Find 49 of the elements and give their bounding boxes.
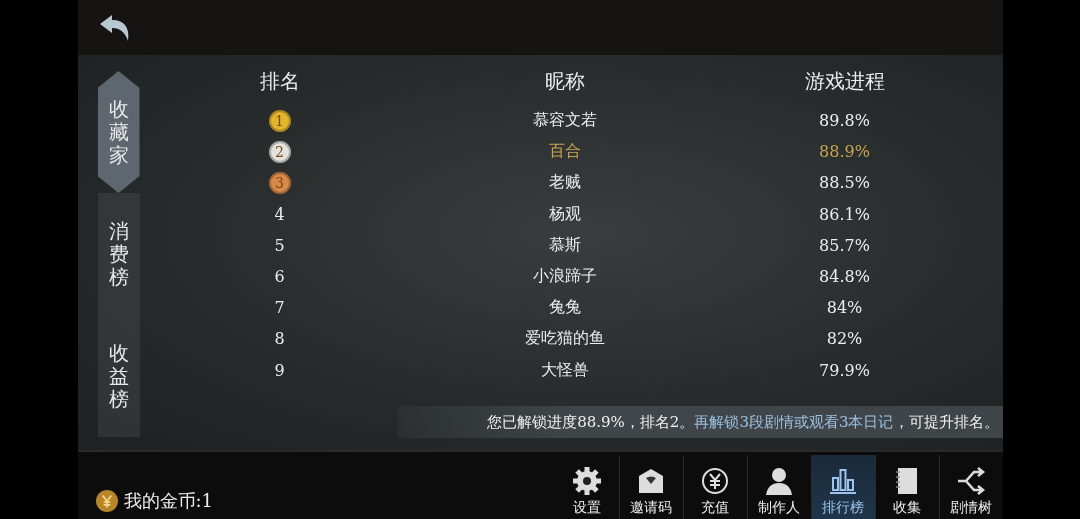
rank-number: 8 (274, 329, 285, 349)
yuan-coin-icon (700, 466, 730, 496)
nav-button[interactable]: 设置 (554, 455, 619, 519)
rank-number: 7 (274, 298, 285, 318)
player-name: 大怪兽 (540, 359, 589, 381)
side-tab[interactable]: 收益榜 (97, 315, 140, 437)
nav-button[interactable]: 制作人 (746, 455, 811, 519)
player-name: 慕斯 (548, 234, 581, 256)
gear-icon (571, 466, 602, 496)
rank-medal: 2 (268, 140, 291, 163)
nav-button[interactable]: 收集 (874, 455, 939, 519)
progress-value: 86.1% (819, 204, 870, 224)
branch-icon (956, 466, 986, 496)
nav-button[interactable]: 邀请码 (618, 455, 683, 519)
player-name: 小浪蹄子 (532, 266, 597, 288)
side-tab[interactable]: 收藏家 (97, 71, 140, 193)
coin-icon (95, 490, 118, 512)
nav-button[interactable]: 剧情树 (938, 455, 1003, 519)
player-name: 爱吃猫的鱼 (524, 328, 605, 350)
rank-number: 4 (274, 204, 285, 224)
column-header: 排名 (258, 67, 301, 95)
nav-button[interactable]: 充值 (682, 455, 747, 519)
progress-value: 89.8% (819, 111, 870, 131)
progress-value: 88.5% (819, 173, 870, 193)
progress-value: 82% (826, 329, 863, 349)
envelope-icon (636, 466, 666, 496)
coin-balance: 我的金币:1 (123, 489, 214, 513)
player-name: 老贼 (548, 172, 581, 194)
player-name: 兔兔 (548, 297, 581, 319)
column-header: 游戏进程 (803, 67, 886, 95)
progress-value: 84% (826, 298, 863, 318)
progress-value: 88.9% (819, 142, 870, 162)
progress-value: 84.8% (819, 267, 870, 287)
person-icon (764, 466, 794, 496)
column-header: 昵称 (543, 67, 586, 95)
player-name: 慕容文若 (532, 110, 597, 132)
rank-number: 5 (274, 235, 285, 255)
progress-value: 85.7% (819, 235, 870, 255)
rank-notice: 您已解锁进度88.9%，排名2。再解锁3段剧情或观看3本日记，可提升排名。 (487, 412, 999, 432)
progress-value: 79.9% (819, 360, 870, 380)
nav-button[interactable]: 排行榜 (810, 455, 875, 519)
bar-chart-icon (828, 466, 858, 496)
rank-number: 6 (274, 267, 285, 287)
rank-medal: 1 (268, 109, 291, 132)
side-tab[interactable]: 消费榜 (97, 193, 140, 315)
player-name: 百合 (548, 141, 581, 163)
rank-number: 9 (274, 360, 285, 380)
player-name: 杨观 (548, 203, 581, 225)
rank-medal: 3 (268, 171, 291, 194)
